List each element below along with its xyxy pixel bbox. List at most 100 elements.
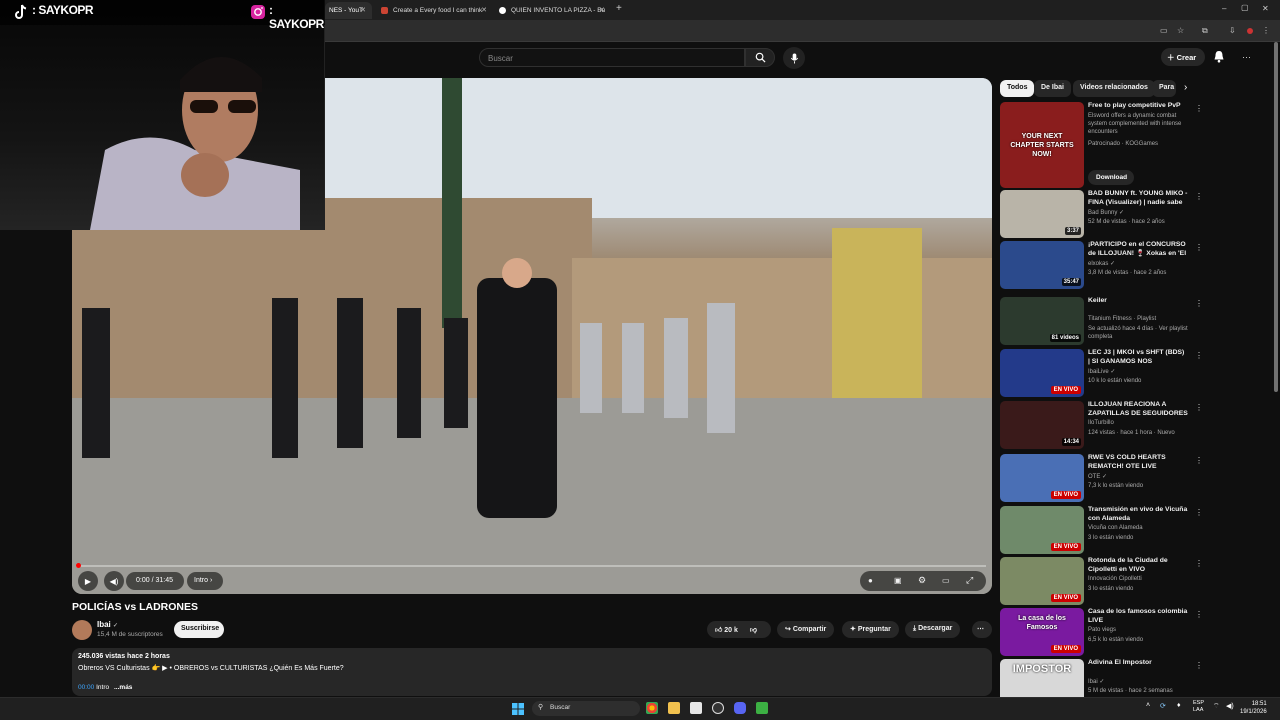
new-tab-button[interactable]: +: [616, 3, 622, 14]
dislike-button[interactable]: 👎︎: [750, 627, 757, 634]
start-button[interactable]: [512, 702, 524, 720]
more-options-icon[interactable]: ⋮: [1195, 104, 1203, 113]
bookmark-star-icon[interactable]: ☆: [1177, 26, 1184, 35]
tray-mic-icon[interactable]: ♦: [1177, 702, 1181, 709]
more-options-icon[interactable]: ⋮: [1195, 559, 1203, 568]
recommendation-channel[interactable]: Bad Bunny ✓: [1088, 209, 1124, 216]
chip-from-ibai[interactable]: De Ibai: [1034, 80, 1071, 97]
recommendation-channel[interactable]: Titanium Fitness · Playlist: [1088, 316, 1156, 322]
recommendation-item[interactable]: YOUR NEXT CHAPTER STARTS NOW! Free to pla…: [1000, 102, 1203, 188]
recommendation-channel[interactable]: Innovación Cipolletti: [1088, 576, 1142, 582]
file-explorer-icon[interactable]: [668, 702, 680, 714]
show-more-link[interactable]: ...más: [114, 684, 132, 691]
tab-youtube[interactable]: NES - YouT ✕: [325, 2, 372, 19]
more-options-icon[interactable]: ⋮: [1195, 456, 1203, 465]
recommendation-title[interactable]: RWE VS COLD HEARTS REMATCH! OTE LIVE: [1088, 454, 1188, 472]
video-progress-bar[interactable]: [76, 563, 986, 568]
recommendation-title[interactable]: Adivina El Impostor: [1088, 659, 1188, 668]
recommendation-channel[interactable]: Elsword offers a dynamic combat system c…: [1088, 112, 1188, 136]
settings-gear-icon[interactable]: ⚙: [918, 575, 926, 586]
recommendation-channel[interactable]: OTE ✓: [1088, 473, 1107, 480]
recommendation-item[interactable]: 14:34 ILLOJUAN REACIONA A ZAPATILLAS DE S…: [1000, 401, 1203, 451]
more-options-icon[interactable]: ⋮: [1195, 192, 1203, 201]
autoplay-toggle-icon[interactable]: ●: [868, 576, 873, 585]
notifications-button[interactable]: [1213, 50, 1227, 64]
chapter-button[interactable]: Intro ›: [187, 572, 223, 590]
description-box[interactable]: [72, 648, 992, 696]
recommendation-item[interactable]: 3:37 BAD BUNNY ft. YOUNG MIKO - FINA (Vis…: [1000, 190, 1203, 240]
video-thumbnail[interactable]: 3:37: [1000, 190, 1084, 238]
recommendation-title[interactable]: Keiler: [1088, 297, 1188, 306]
more-options-icon[interactable]: ⋮: [1195, 661, 1203, 670]
theater-mode-icon[interactable]: ▭: [942, 576, 950, 585]
recommendation-title[interactable]: Rotonda de la Ciudad de Cipolletti en VI…: [1088, 557, 1188, 575]
channel-name[interactable]: Ibai ✓: [97, 620, 118, 629]
browser-menu-icon[interactable]: ⋮: [1262, 26, 1270, 35]
chevron-right-icon[interactable]: ›: [1184, 82, 1187, 93]
minimize-button[interactable]: –: [1222, 4, 1226, 13]
recommendation-title[interactable]: Free to play competitive PvP: [1088, 102, 1188, 111]
cast-icon[interactable]: ▭: [1160, 26, 1168, 35]
video-thumbnail[interactable]: EN VIVO: [1000, 506, 1084, 554]
recommendation-item[interactable]: EN VIVO LEC J3 | MKOI vs SHFT (BDS) | SI …: [1000, 349, 1203, 399]
download-button[interactable]: ⤓ Descargar: [905, 621, 961, 638]
close-window-button[interactable]: ✕: [1262, 4, 1269, 13]
tab-pizza[interactable]: QUIEN INVENTO LA PIZZA - Bu ✕: [493, 2, 611, 19]
downloads-icon[interactable]: ⇩: [1229, 26, 1236, 35]
subscribe-button[interactable]: Suscribirse: [174, 621, 224, 638]
recommendation-channel[interactable]: Vicuña con Alameda: [1088, 525, 1143, 531]
recommendation-item[interactable]: 35:47 ¡PARTICIPO en el CONCURSO de ILLOJU…: [1000, 241, 1203, 291]
language-indicator[interactable]: ESP LAA: [1193, 700, 1204, 714]
recommendation-item[interactable]: EN VIVO Rotonda de la Ciudad de Cipollett…: [1000, 557, 1203, 607]
chip-for-you[interactable]: Para: [1152, 80, 1176, 97]
create-button[interactable]: ＋ Crear: [1161, 48, 1205, 66]
recommendation-item[interactable]: La casa de los Famosos EN VIVO Casa de los…: [1000, 608, 1203, 658]
close-tab-icon[interactable]: ✕: [360, 6, 366, 14]
obs-icon[interactable]: [712, 702, 724, 714]
video-thumbnail[interactable]: EN VIVO: [1000, 557, 1084, 605]
recommendation-item[interactable]: EN VIVO Transmisión en vivo de Vicuña con…: [1000, 506, 1203, 556]
chrome-icon[interactable]: [646, 702, 658, 714]
maximize-button[interactable]: ▢: [1241, 3, 1249, 12]
more-options-icon[interactable]: ⋮: [1195, 351, 1203, 360]
channel-avatar[interactable]: [72, 620, 92, 640]
recommendation-item[interactable]: 81 videos Keiler Titanium Fitness · Playli…: [1000, 297, 1203, 347]
taskbar-clock[interactable]: 18:51 19/1/2026: [1240, 700, 1267, 716]
page-scrollbar[interactable]: [1274, 42, 1278, 392]
search-button[interactable]: [745, 48, 775, 67]
video-thumbnail[interactable]: EN VIVO: [1000, 349, 1084, 397]
volume-button[interactable]: ◀): [104, 571, 124, 591]
recommendation-title[interactable]: Transmisión en vivo de Vicuña con Alamed…: [1088, 506, 1188, 524]
video-thumbnail[interactable]: EN VIVO: [1000, 454, 1084, 502]
chip-all[interactable]: Todos: [1000, 80, 1035, 97]
tray-volume-icon[interactable]: ◀): [1226, 702, 1234, 710]
account-menu[interactable]: ⋯: [1242, 52, 1251, 63]
more-options-icon[interactable]: ⋮: [1195, 610, 1203, 619]
share-button[interactable]: ↪ Compartir: [777, 621, 835, 638]
ask-button[interactable]: ✦ Preguntar: [842, 621, 899, 638]
close-tab-icon[interactable]: ✕: [481, 6, 487, 14]
search-input[interactable]: Buscar: [479, 48, 745, 67]
more-options-icon[interactable]: ⋮: [1195, 403, 1203, 412]
minecraft-icon[interactable]: [756, 702, 768, 714]
recommendation-channel[interactable]: Ibai ✓: [1088, 678, 1104, 685]
subtitles-icon[interactable]: ▣: [894, 576, 902, 585]
tray-sync-icon[interactable]: ⟳: [1160, 702, 1166, 710]
like-button[interactable]: 👍︎ 20 k: [715, 627, 738, 634]
recommendation-channel[interactable]: Pato viegs: [1088, 627, 1116, 633]
profile-avatar[interactable]: [1247, 28, 1253, 34]
recommendation-channel[interactable]: IbaiLive ✓: [1088, 368, 1115, 375]
recommendation-item[interactable]: EN VIVO RWE VS COLD HEARTS REMATCH! OTE L…: [1000, 454, 1203, 504]
tray-chevron-icon[interactable]: ˄: [1146, 702, 1150, 709]
chip-related[interactable]: Videos relacionados: [1073, 80, 1155, 97]
timestamp-link[interactable]: 00:00: [78, 684, 94, 691]
discord-icon[interactable]: [734, 702, 746, 714]
ad-download-button[interactable]: Download: [1088, 170, 1134, 185]
description-timestamp[interactable]: 00:00 Intro: [78, 684, 109, 691]
voice-search-button[interactable]: [783, 47, 805, 69]
more-options-icon[interactable]: ⋮: [1195, 243, 1203, 252]
video-thumbnail[interactable]: 81 videos: [1000, 297, 1084, 345]
video-thumbnail[interactable]: YOUR NEXT CHAPTER STARTS NOW!: [1000, 102, 1084, 188]
recommendation-title[interactable]: Casa de los famosos colombia LIVE: [1088, 608, 1188, 626]
more-actions-button[interactable]: ⋯: [972, 621, 992, 638]
